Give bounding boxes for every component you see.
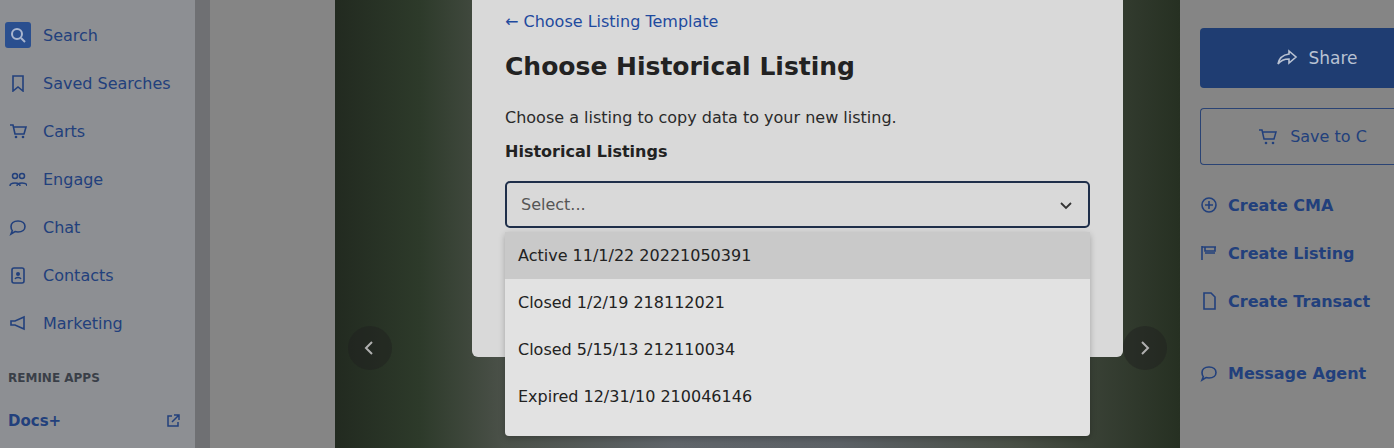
modal-description: Choose a listing to copy data to your ne… — [505, 107, 1090, 129]
action-label[interactable]: Message Agent — [1228, 364, 1366, 383]
sidebar-item-label[interactable]: Marketing — [43, 314, 123, 333]
sidebar-item-label[interactable]: Contacts — [43, 266, 114, 285]
sidebar-item[interactable]: Marketing — [0, 310, 195, 336]
action-link[interactable]: Create Transact — [1200, 289, 1394, 313]
sidebar-item[interactable]: Saved Searches — [0, 70, 195, 96]
action-link[interactable]: Create CMA — [1200, 193, 1394, 217]
action-label[interactable]: Create Transact — [1228, 292, 1370, 311]
sidebar-item[interactable]: Engage — [0, 166, 195, 192]
dropdown-option[interactable]: Expired 12/31/10 210046146 — [505, 373, 1090, 420]
action-link[interactable]: Create Listing — [1200, 241, 1394, 265]
save-to-cart-button[interactable]: Save to C — [1200, 108, 1394, 165]
save-label[interactable]: Save to C — [1290, 127, 1367, 146]
sidebar-item-icon-box — [5, 310, 31, 336]
search-icon — [9, 26, 27, 44]
action-label[interactable]: Create Listing — [1228, 244, 1355, 263]
sidebar: Search Saved Searches Carts Engage Chat Conta… — [0, 0, 195, 448]
chevron-down-icon — [1058, 197, 1074, 213]
previous-photo-button[interactable] — [348, 326, 392, 370]
sidebar-item[interactable]: Contacts — [0, 262, 195, 288]
dropdown-option[interactable]: Closed 5/15/13 212110034 — [505, 326, 1090, 373]
cart-icon — [9, 122, 27, 140]
sidebar-item-label[interactable]: Chat — [43, 218, 80, 237]
chevron-left-icon — [361, 338, 379, 358]
external-link-icon — [165, 413, 181, 429]
contact-card-icon — [9, 266, 27, 284]
field-label: Historical Listings — [505, 141, 1090, 163]
listing-modal: ← Choose Listing Template Choose Historic… — [472, 0, 1123, 357]
chat-icon — [9, 218, 27, 236]
next-photo-button[interactable] — [1123, 326, 1167, 370]
select-input[interactable] — [519, 194, 1058, 215]
dropdown-menu: Active 11/1/22 20221050391Closed 1/2/19 … — [505, 232, 1090, 436]
back-link[interactable]: ← Choose Listing Template — [505, 12, 1090, 32]
sidebar-item-label[interactable]: Search — [43, 26, 98, 45]
select-wrapper: Active 11/1/22 20221050391Closed 1/2/19 … — [505, 181, 1090, 228]
sidebar-item-icon-box — [5, 166, 31, 192]
sidebar-item[interactable]: Carts — [0, 118, 195, 144]
sidebar-item-icon-box — [5, 262, 31, 288]
chat-icon — [1200, 364, 1218, 382]
share-icon — [1276, 48, 1298, 68]
action-link[interactable]: Message Agent — [1200, 361, 1394, 385]
sidebar-item[interactable]: Chat — [0, 214, 195, 240]
sidebar-item-icon-box — [5, 118, 31, 144]
people-icon — [9, 170, 27, 188]
sidebar-item-label[interactable]: Saved Searches — [43, 74, 171, 93]
section-heading: REMINE APPS — [0, 368, 195, 388]
dropdown-option[interactable]: Active 11/1/22 20221050391 — [505, 232, 1090, 279]
action-panel: Share Save to C Create CMA Create Listing Cr… — [1180, 0, 1394, 448]
sidebar-item-icon-box — [5, 214, 31, 240]
sidebar-item-icon-box — [5, 22, 31, 48]
historical-listing-select[interactable] — [505, 181, 1090, 228]
sidebar-item-icon-box — [5, 70, 31, 96]
sidebar-item-label[interactable]: Engage — [43, 170, 103, 189]
app-link[interactable]: Docs+ — [0, 412, 195, 430]
sidebar-divider — [195, 0, 210, 448]
dropdown-option[interactable]: Closed 1/2/19 218112021 — [505, 279, 1090, 326]
share-label[interactable]: Share — [1308, 48, 1357, 68]
chevron-right-icon — [1136, 338, 1154, 358]
modal-title: Choose Historical Listing — [505, 50, 1090, 84]
cart-icon — [1258, 127, 1280, 147]
sidebar-item-label[interactable]: Carts — [43, 122, 85, 141]
plus-circle-icon — [1200, 196, 1218, 214]
listing-icon — [1200, 244, 1218, 262]
sidebar-item[interactable]: Search — [0, 22, 195, 48]
bookmark-icon — [9, 74, 27, 92]
share-button[interactable]: Share — [1200, 28, 1394, 88]
document-icon — [1200, 292, 1218, 310]
megaphone-icon — [9, 314, 27, 332]
app-label[interactable]: Docs+ — [8, 412, 61, 430]
action-label[interactable]: Create CMA — [1228, 196, 1333, 215]
